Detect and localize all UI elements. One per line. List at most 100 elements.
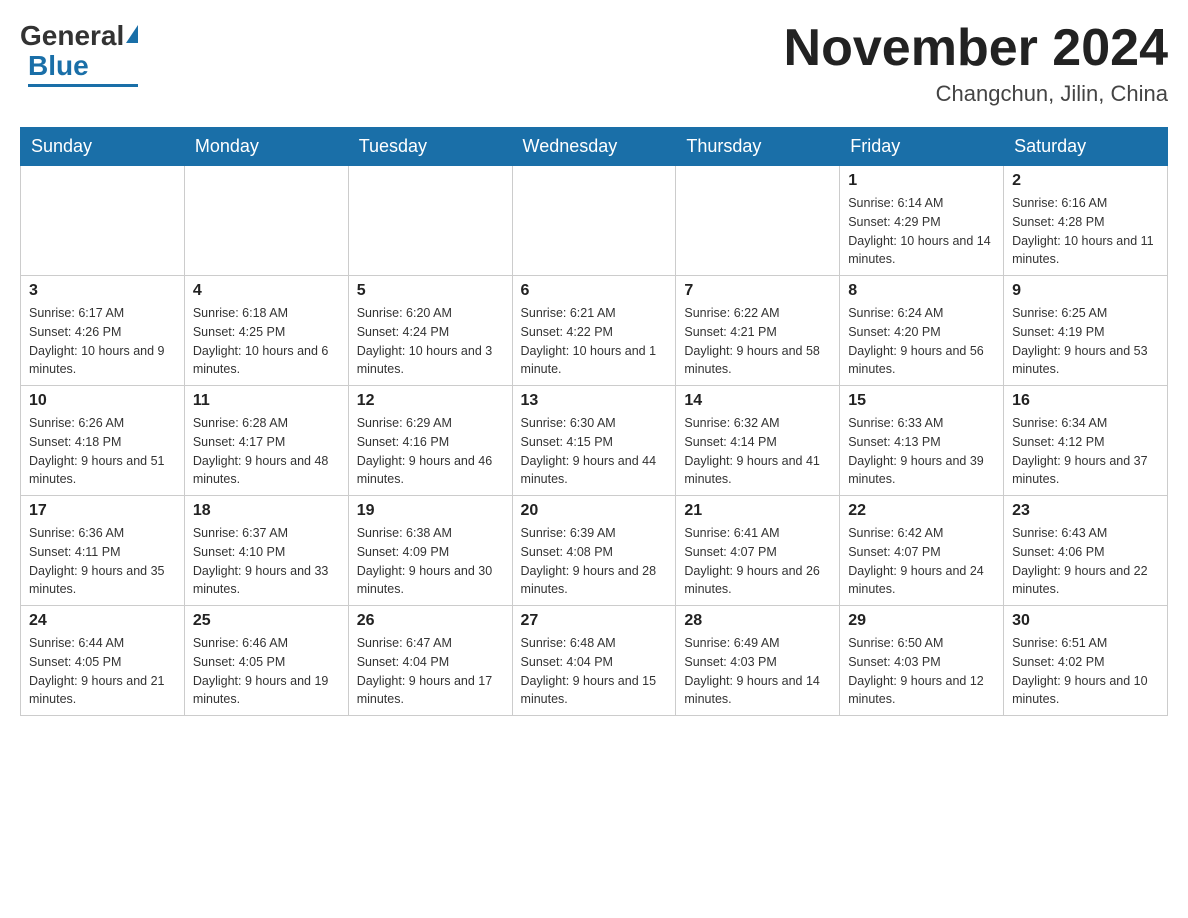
day-info: Sunrise: 6:29 AMSunset: 4:16 PMDaylight:… [357, 414, 504, 489]
day-number: 24 [29, 612, 176, 630]
day-number: 4 [193, 282, 340, 300]
day-number: 2 [1012, 172, 1159, 190]
week-row-4: 17Sunrise: 6:36 AMSunset: 4:11 PMDayligh… [21, 496, 1168, 606]
logo: General Blue [20, 20, 138, 87]
calendar-cell: 23 Sunrise: 6:43 AMSunset: 4:06 PMDayligh… [1004, 496, 1168, 606]
calendar-cell: 4 Sunrise: 6:18 AMSunset: 4:25 PMDaylight… [184, 276, 348, 386]
day-info: Sunrise: 6:33 AMSunset: 4:13 PMDaylight:… [848, 414, 995, 489]
day-number: 22 [848, 502, 995, 520]
calendar-cell: 7 Sunrise: 6:22 AMSunset: 4:21 PMDaylight… [676, 276, 840, 386]
day-number: 12 [357, 392, 504, 410]
calendar-cell: 28 Sunrise: 6:49 AMSunset: 4:03 PMDayligh… [676, 606, 840, 716]
calendar-cell: 9 Sunrise: 6:25 AMSunset: 4:19 PMDaylight… [1004, 276, 1168, 386]
calendar-cell: 21 Sunrise: 6:41 AMSunset: 4:07 PMDayligh… [676, 496, 840, 606]
day-number: 5 [357, 282, 504, 300]
title-section: November 2024 Changchun, Jilin, China [784, 20, 1168, 107]
day-info: Sunrise: 6:49 AMSunset: 4:03 PMDaylight:… [684, 634, 831, 709]
weekday-header-wednesday: Wednesday [512, 128, 676, 166]
weekday-header-tuesday: Tuesday [348, 128, 512, 166]
week-row-1: 1Sunrise: 6:14 AMSunset: 4:29 PMDaylight… [21, 166, 1168, 276]
day-info: Sunrise: 6:43 AMSunset: 4:06 PMDaylight:… [1012, 524, 1159, 599]
day-number: 27 [521, 612, 668, 630]
day-info: Sunrise: 6:30 AMSunset: 4:15 PMDaylight:… [521, 414, 668, 489]
day-number: 18 [193, 502, 340, 520]
calendar-cell: 26Sunrise: 6:47 AMSunset: 4:04 PMDayligh… [348, 606, 512, 716]
calendar-cell: 5 Sunrise: 6:20 AMSunset: 4:24 PMDaylight… [348, 276, 512, 386]
calendar-table: SundayMondayTuesdayWednesdayThursdayFrid… [20, 127, 1168, 716]
week-row-5: 24 Sunrise: 6:44 AMSunset: 4:05 PMDayligh… [21, 606, 1168, 716]
weekday-header-monday: Monday [184, 128, 348, 166]
day-info: Sunrise: 6:46 AMSunset: 4:05 PMDaylight:… [193, 634, 340, 709]
day-number: 10 [29, 392, 176, 410]
calendar-cell: 25 Sunrise: 6:46 AMSunset: 4:05 PMDayligh… [184, 606, 348, 716]
day-number: 21 [684, 502, 831, 520]
day-info: Sunrise: 6:24 AMSunset: 4:20 PMDaylight:… [848, 304, 995, 379]
day-info: Sunrise: 6:26 AMSunset: 4:18 PMDaylight:… [29, 414, 176, 489]
day-info: Sunrise: 6:14 AMSunset: 4:29 PMDaylight:… [848, 194, 995, 269]
day-number: 30 [1012, 612, 1159, 630]
page-header: General Blue November 2024 Changchun, Ji… [20, 20, 1168, 107]
calendar-cell: 16Sunrise: 6:34 AMSunset: 4:12 PMDayligh… [1004, 386, 1168, 496]
calendar-cell [348, 166, 512, 276]
weekday-header-row: SundayMondayTuesdayWednesdayThursdayFrid… [21, 128, 1168, 166]
calendar-cell: 8 Sunrise: 6:24 AMSunset: 4:20 PMDaylight… [840, 276, 1004, 386]
day-number: 23 [1012, 502, 1159, 520]
day-info: Sunrise: 6:38 AMSunset: 4:09 PMDaylight:… [357, 524, 504, 599]
weekday-header-thursday: Thursday [676, 128, 840, 166]
calendar-cell: 13 Sunrise: 6:30 AMSunset: 4:15 PMDayligh… [512, 386, 676, 496]
calendar-cell: 15 Sunrise: 6:33 AMSunset: 4:13 PMDayligh… [840, 386, 1004, 496]
calendar-cell: 3 Sunrise: 6:17 AMSunset: 4:26 PMDaylight… [21, 276, 185, 386]
day-info: Sunrise: 6:48 AMSunset: 4:04 PMDaylight:… [521, 634, 668, 709]
day-number: 16 [1012, 392, 1159, 410]
logo-general-text: General [20, 20, 124, 52]
day-info: Sunrise: 6:18 AMSunset: 4:25 PMDaylight:… [193, 304, 340, 379]
day-info: Sunrise: 6:20 AMSunset: 4:24 PMDaylight:… [357, 304, 504, 379]
day-number: 20 [521, 502, 668, 520]
week-row-3: 10 Sunrise: 6:26 AMSunset: 4:18 PMDayligh… [21, 386, 1168, 496]
day-number: 15 [848, 392, 995, 410]
month-title: November 2024 [784, 20, 1168, 77]
calendar-cell: 10 Sunrise: 6:26 AMSunset: 4:18 PMDayligh… [21, 386, 185, 496]
location-subtitle: Changchun, Jilin, China [784, 81, 1168, 107]
day-info: Sunrise: 6:39 AMSunset: 4:08 PMDaylight:… [521, 524, 668, 599]
calendar-cell: 17Sunrise: 6:36 AMSunset: 4:11 PMDayligh… [21, 496, 185, 606]
calendar-cell: 2 Sunrise: 6:16 AMSunset: 4:28 PMDaylight… [1004, 166, 1168, 276]
day-number: 28 [684, 612, 831, 630]
day-number: 8 [848, 282, 995, 300]
calendar-cell: 12 Sunrise: 6:29 AMSunset: 4:16 PMDayligh… [348, 386, 512, 496]
day-info: Sunrise: 6:47 AMSunset: 4:04 PMDaylight:… [357, 634, 504, 709]
calendar-cell [184, 166, 348, 276]
day-info: Sunrise: 6:51 AMSunset: 4:02 PMDaylight:… [1012, 634, 1159, 709]
day-number: 7 [684, 282, 831, 300]
day-info: Sunrise: 6:50 AMSunset: 4:03 PMDaylight:… [848, 634, 995, 709]
day-info: Sunrise: 6:21 AMSunset: 4:22 PMDaylight:… [521, 304, 668, 379]
calendar-cell: 14Sunrise: 6:32 AMSunset: 4:14 PMDayligh… [676, 386, 840, 496]
day-info: Sunrise: 6:25 AMSunset: 4:19 PMDaylight:… [1012, 304, 1159, 379]
day-number: 9 [1012, 282, 1159, 300]
day-info: Sunrise: 6:22 AMSunset: 4:21 PMDaylight:… [684, 304, 831, 379]
calendar-cell: 1Sunrise: 6:14 AMSunset: 4:29 PMDaylight… [840, 166, 1004, 276]
day-info: Sunrise: 6:37 AMSunset: 4:10 PMDaylight:… [193, 524, 340, 599]
day-number: 3 [29, 282, 176, 300]
day-info: Sunrise: 6:32 AMSunset: 4:14 PMDaylight:… [684, 414, 831, 489]
day-number: 13 [521, 392, 668, 410]
day-number: 17 [29, 502, 176, 520]
calendar-cell [512, 166, 676, 276]
calendar-cell [676, 166, 840, 276]
calendar-cell: 19 Sunrise: 6:38 AMSunset: 4:09 PMDayligh… [348, 496, 512, 606]
calendar-cell: 6Sunrise: 6:21 AMSunset: 4:22 PMDaylight… [512, 276, 676, 386]
weekday-header-saturday: Saturday [1004, 128, 1168, 166]
weekday-header-friday: Friday [840, 128, 1004, 166]
logo-underline [28, 84, 138, 87]
day-info: Sunrise: 6:44 AMSunset: 4:05 PMDaylight:… [29, 634, 176, 709]
calendar-cell: 29Sunrise: 6:50 AMSunset: 4:03 PMDayligh… [840, 606, 1004, 716]
weekday-header-sunday: Sunday [21, 128, 185, 166]
day-info: Sunrise: 6:41 AMSunset: 4:07 PMDaylight:… [684, 524, 831, 599]
day-info: Sunrise: 6:16 AMSunset: 4:28 PMDaylight:… [1012, 194, 1159, 269]
logo-blue-text: Blue [28, 50, 89, 82]
day-number: 19 [357, 502, 504, 520]
calendar-cell: 11Sunrise: 6:28 AMSunset: 4:17 PMDayligh… [184, 386, 348, 496]
day-info: Sunrise: 6:17 AMSunset: 4:26 PMDaylight:… [29, 304, 176, 379]
day-number: 25 [193, 612, 340, 630]
week-row-2: 3 Sunrise: 6:17 AMSunset: 4:26 PMDaylight… [21, 276, 1168, 386]
